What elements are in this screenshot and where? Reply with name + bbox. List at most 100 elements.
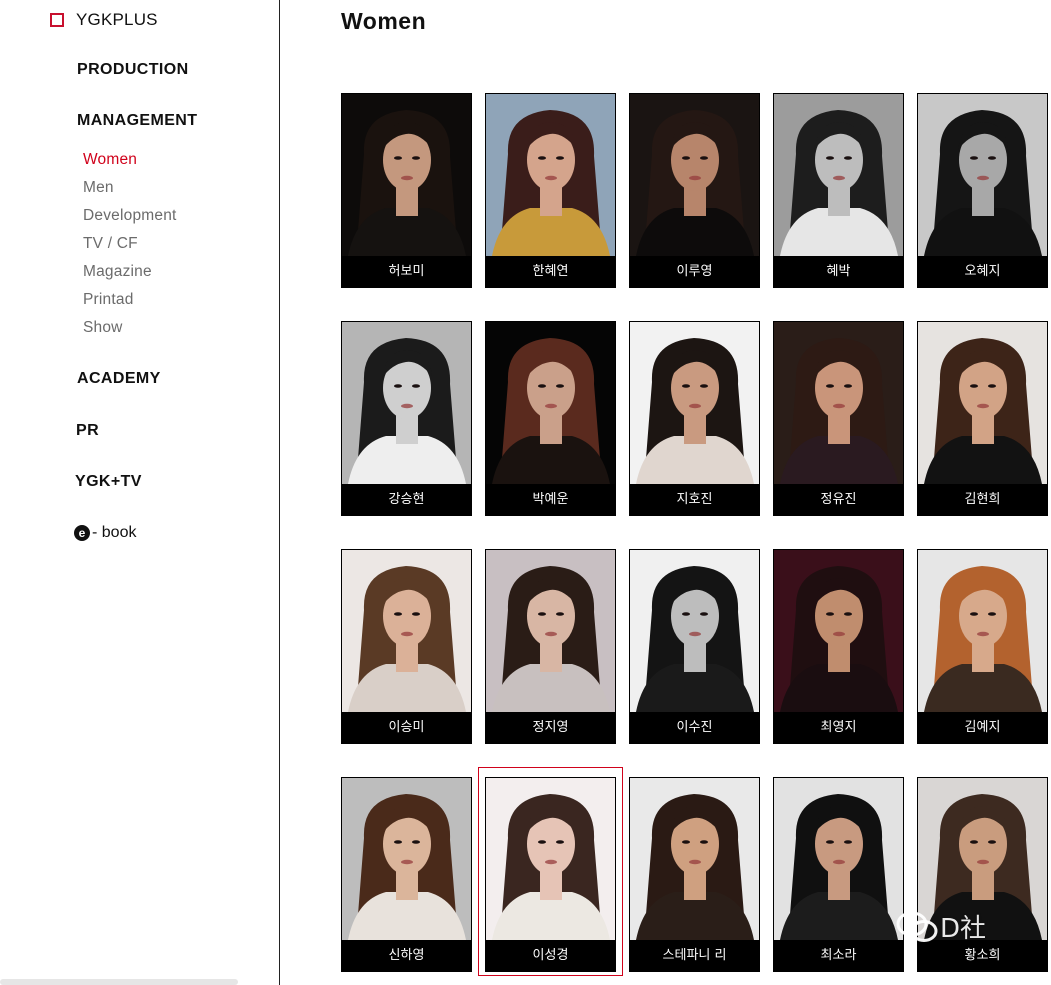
portrait-image xyxy=(486,778,615,940)
portrait-image xyxy=(630,778,759,940)
model-name: 지호진 xyxy=(630,484,759,515)
portrait-image xyxy=(630,550,759,712)
portrait-image xyxy=(774,94,903,256)
portrait-image xyxy=(342,322,471,484)
model-name: 정유진 xyxy=(774,484,903,515)
model-name: 정지영 xyxy=(486,712,615,743)
sidebar-divider xyxy=(279,0,280,985)
model-photo xyxy=(486,94,615,256)
portrait-image xyxy=(486,550,615,712)
model-card[interactable]: 신하영 xyxy=(341,777,472,972)
model-card[interactable]: 허보미 xyxy=(341,93,472,288)
model-photo xyxy=(486,322,615,484)
horizontal-scrollbar[interactable] xyxy=(0,979,238,985)
model-photo xyxy=(774,550,903,712)
model-card[interactable]: 혜박 xyxy=(773,93,904,288)
model-name: 이수진 xyxy=(630,712,759,743)
portrait-image xyxy=(486,94,615,256)
model-card[interactable]: 한혜연 xyxy=(485,93,616,288)
portrait-image xyxy=(918,322,1047,484)
model-card[interactable]: 이승미 xyxy=(341,549,472,744)
submenu-item-tv-cf[interactable]: TV / CF xyxy=(83,234,177,262)
model-name: 허보미 xyxy=(342,256,471,287)
model-card[interactable]: 강승현 xyxy=(341,321,472,516)
model-card[interactable]: 정지영 xyxy=(485,549,616,744)
nav-ebook[interactable]: e - book xyxy=(74,524,136,542)
model-name: 혜박 xyxy=(774,256,903,287)
nav-management[interactable]: MANAGEMENT xyxy=(77,112,197,130)
model-name: 강승현 xyxy=(342,484,471,515)
submenu-item-show[interactable]: Show xyxy=(83,318,177,346)
model-photo xyxy=(774,322,903,484)
management-submenu: Women Men Development TV / CF Magazine Printa… xyxy=(83,150,177,346)
model-photo xyxy=(918,550,1047,712)
model-name: 김현희 xyxy=(918,484,1047,515)
model-card[interactable]: 김예지 xyxy=(917,549,1048,744)
wechat-icon xyxy=(896,911,938,942)
model-photo xyxy=(630,322,759,484)
model-photo xyxy=(630,778,759,940)
portrait-image xyxy=(486,322,615,484)
brand-link[interactable]: YGKPLUS xyxy=(50,10,158,30)
model-name: 오혜지 xyxy=(918,256,1047,287)
portrait-image xyxy=(774,778,903,940)
portrait-image xyxy=(342,550,471,712)
model-name: 이루영 xyxy=(630,256,759,287)
model-card[interactable]: 이수진 xyxy=(629,549,760,744)
model-card[interactable]: 이루영 xyxy=(629,93,760,288)
model-card[interactable]: 지호진 xyxy=(629,321,760,516)
model-photo xyxy=(486,778,615,940)
model-card[interactable]: 이성경 xyxy=(485,777,616,972)
page-title: Women xyxy=(341,8,427,34)
portrait-image xyxy=(918,550,1047,712)
brand-square-icon xyxy=(50,13,64,27)
model-name: 최소라 xyxy=(774,940,903,971)
model-photo xyxy=(774,94,903,256)
model-name: 한혜연 xyxy=(486,256,615,287)
model-card[interactable]: 최소라 xyxy=(773,777,904,972)
portrait-image xyxy=(918,94,1047,256)
model-name: 김예지 xyxy=(918,712,1047,743)
model-photo xyxy=(774,778,903,940)
model-photo xyxy=(486,550,615,712)
nav-production[interactable]: PRODUCTION xyxy=(77,61,189,79)
model-name: 이승미 xyxy=(342,712,471,743)
submenu-item-printad[interactable]: Printad xyxy=(83,290,177,318)
model-name: 최영지 xyxy=(774,712,903,743)
watermark: D社 xyxy=(896,908,986,945)
model-photo xyxy=(630,550,759,712)
model-card[interactable]: 스테파니 리 xyxy=(629,777,760,972)
model-card[interactable]: 박예운 xyxy=(485,321,616,516)
watermark-text: D社 xyxy=(940,914,987,944)
nav-pr[interactable]: PR xyxy=(76,422,99,440)
model-photo xyxy=(342,778,471,940)
model-name: 스테파니 리 xyxy=(630,940,759,971)
portrait-image xyxy=(630,94,759,256)
model-photo xyxy=(342,94,471,256)
submenu-item-development[interactable]: Development xyxy=(83,206,177,234)
model-photo xyxy=(630,94,759,256)
nav-academy[interactable]: ACADEMY xyxy=(77,370,161,388)
ebook-label: - book xyxy=(92,524,137,541)
sidebar: YGKPLUS PRODUCTION MANAGEMENT Women Men De… xyxy=(0,0,280,985)
model-card[interactable]: 최영지 xyxy=(773,549,904,744)
nav-ygktv[interactable]: YGK+TV xyxy=(75,473,142,491)
submenu-item-magazine[interactable]: Magazine xyxy=(83,262,177,290)
page: YGKPLUS PRODUCTION MANAGEMENT Women Men De… xyxy=(0,0,1051,985)
model-name: 박예운 xyxy=(486,484,615,515)
model-name: 신하영 xyxy=(342,940,471,971)
e-circle-icon: e xyxy=(74,525,90,541)
model-name: 이성경 xyxy=(486,940,615,971)
model-photo xyxy=(918,94,1047,256)
submenu-item-women[interactable]: Women xyxy=(83,150,177,178)
model-photo xyxy=(918,322,1047,484)
portrait-image xyxy=(342,778,471,940)
portrait-image xyxy=(774,322,903,484)
model-card[interactable]: 김현희 xyxy=(917,321,1048,516)
portrait-image xyxy=(774,550,903,712)
portrait-image xyxy=(630,322,759,484)
brand-label: YGKPLUS xyxy=(76,10,158,29)
model-card[interactable]: 정유진 xyxy=(773,321,904,516)
model-card[interactable]: 오혜지 xyxy=(917,93,1048,288)
submenu-item-men[interactable]: Men xyxy=(83,178,177,206)
